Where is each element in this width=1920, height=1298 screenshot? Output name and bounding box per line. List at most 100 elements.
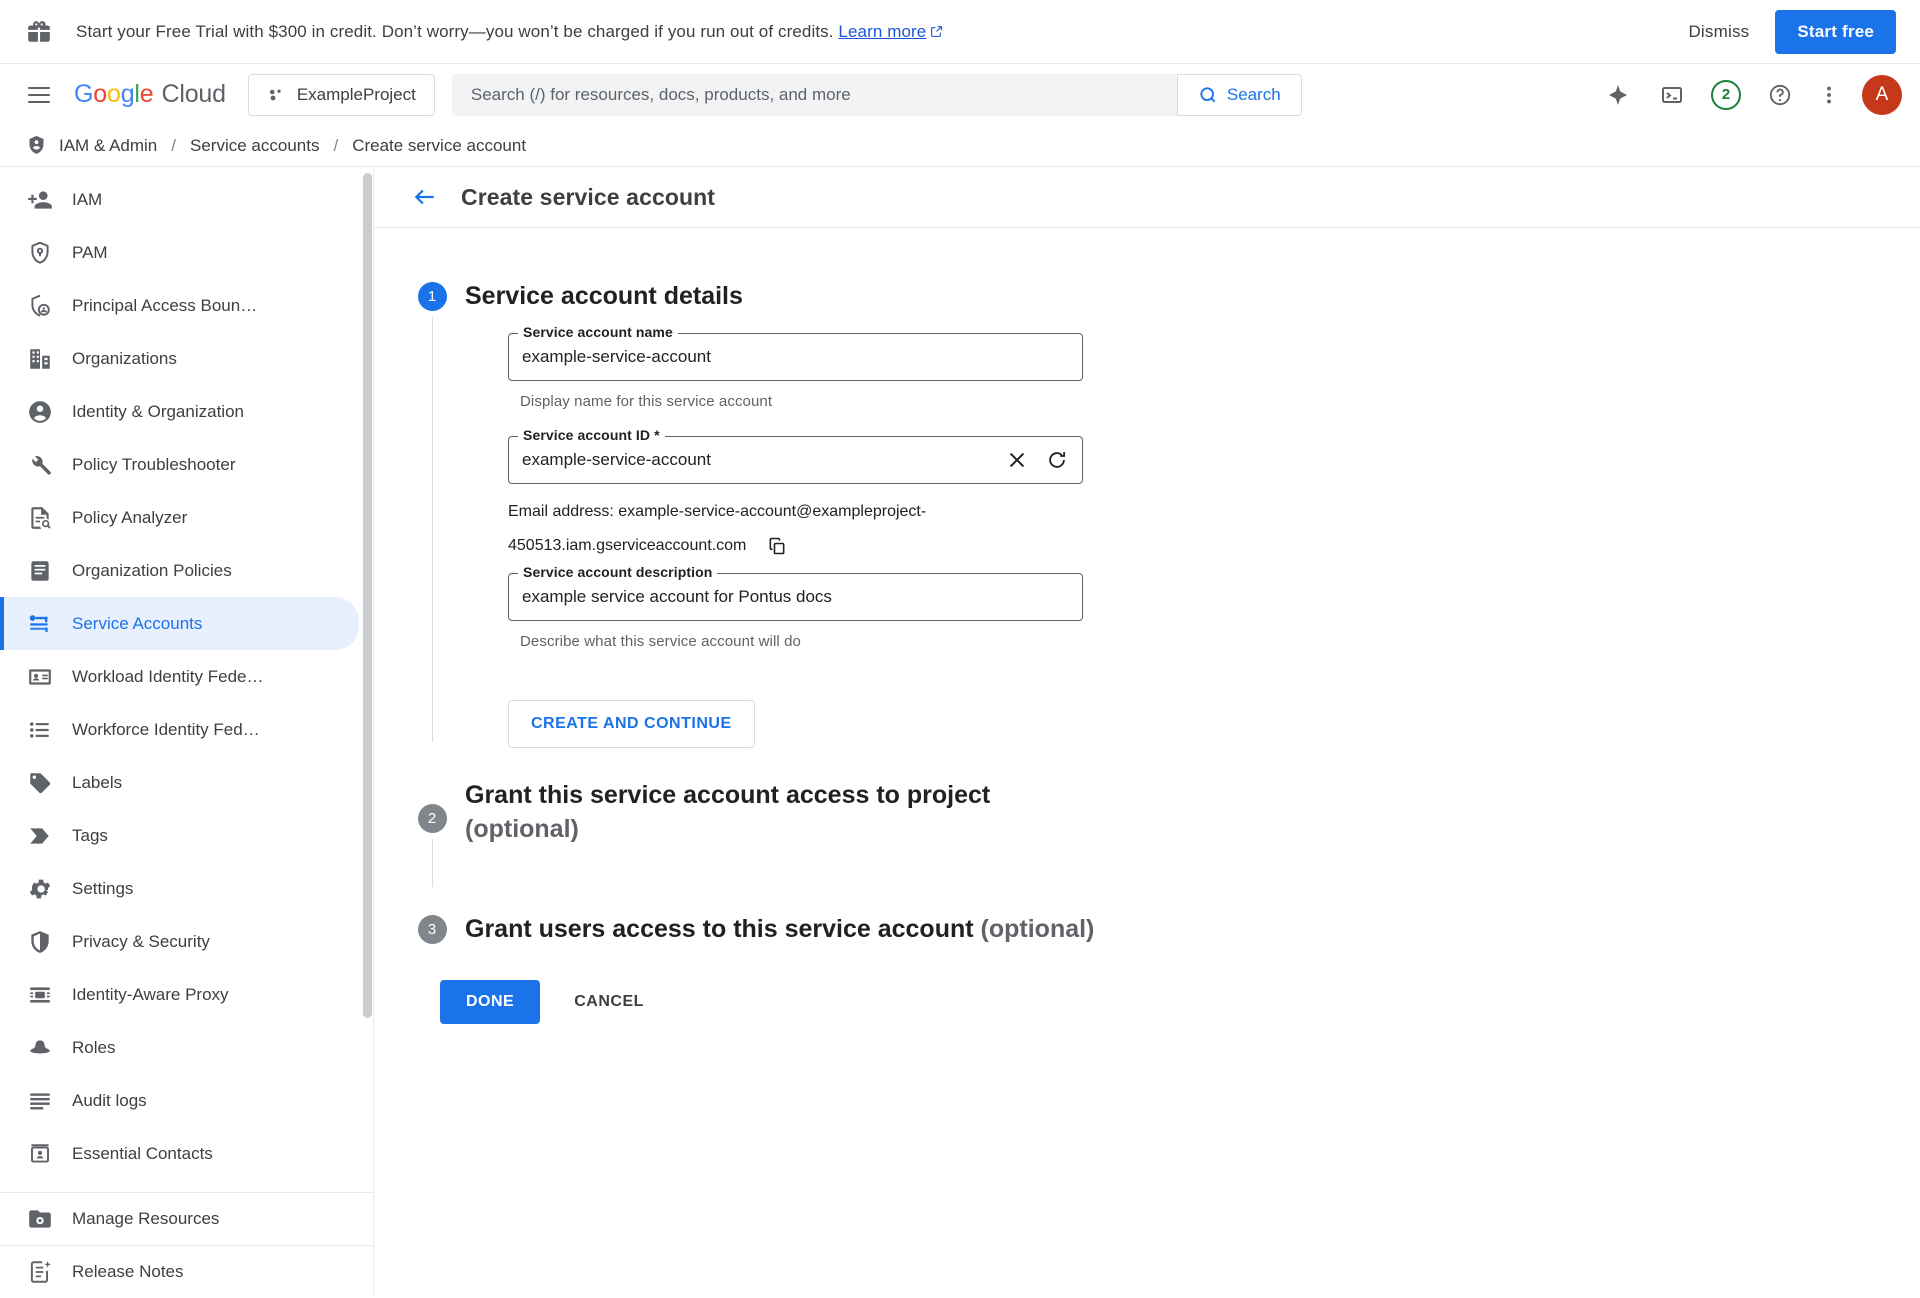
breadcrumb-item-iam-admin[interactable]: IAM & Admin [59, 136, 157, 156]
service-account-name-label: Service account name [518, 324, 678, 340]
search-button[interactable]: Search [1176, 73, 1302, 116]
done-button[interactable]: DONE [440, 980, 541, 1024]
sidebar-item-iam[interactable]: IAM [0, 173, 373, 226]
banner-message: Start your Free Trial with $300 in credi… [76, 21, 834, 41]
sidebar-item-labels[interactable]: Labels [0, 756, 373, 809]
cloud-shell-terminal-icon[interactable] [1650, 73, 1694, 117]
sidebar-item-release-notes[interactable]: Release Notes [0, 1245, 373, 1297]
gemini-sparkle-icon[interactable] [1596, 73, 1640, 117]
breadcrumb-item-service-accounts[interactable]: Service accounts [190, 136, 319, 156]
sidebar-item-pam[interactable]: PAM [0, 226, 373, 279]
start-free-button[interactable]: Start free [1775, 9, 1896, 54]
step-1-gutter: 1 [407, 282, 457, 748]
service-account-id-field: Service account ID * [508, 427, 1083, 484]
sidebar-item-label: Privacy & Security [72, 931, 210, 951]
building-icon [27, 346, 53, 372]
step-1-service-account-details: 1 Service account details Service accoun… [407, 282, 1920, 748]
sidebar-scrollbar-thumb[interactable] [363, 173, 372, 1018]
policy-document-icon [27, 558, 53, 584]
notification-count-badge: 2 [1711, 79, 1741, 110]
release-notes-icon [27, 1259, 53, 1285]
step-2-grant-project-access: 2 Grant this service account access to p… [407, 778, 1920, 893]
service-account-name-box[interactable] [508, 333, 1083, 381]
page-title: Create service account [461, 183, 716, 210]
learn-more-link[interactable]: Learn more [838, 22, 943, 42]
search-input[interactable] [451, 73, 1177, 116]
sidebar-item-policy-analyzer[interactable]: Policy Analyzer [0, 491, 373, 544]
notifications-button[interactable]: 2 [1704, 73, 1748, 117]
sidebar-item-tags[interactable]: Tags [0, 809, 373, 862]
learn-more-label: Learn more [838, 21, 927, 41]
google-cloud-logo[interactable]: Go o g l e Cloud [74, 80, 226, 109]
sidebar-item-settings[interactable]: Settings [0, 862, 373, 915]
step-3-title-text: Grant users access to this service accou… [465, 915, 974, 943]
step-2-gutter: 2 [407, 778, 457, 893]
sidebar-item-organizations[interactable]: Organizations [0, 332, 373, 385]
sidebar-item-principal-access-boundary[interactable]: Principal Access Boun… [0, 279, 373, 332]
sidebar-item-workload-identity-federation[interactable]: Workload Identity Fede… [0, 650, 373, 703]
sidebar-item-identity-aware-proxy[interactable]: Identity-Aware Proxy [0, 968, 373, 1021]
copy-icon[interactable] [767, 536, 787, 556]
list-icon [27, 717, 53, 743]
project-selector[interactable]: ExampleProject [247, 73, 435, 116]
document-search-icon [27, 505, 53, 531]
logo-letter: e [139, 80, 154, 108]
breadcrumb-separator: / [171, 135, 176, 155]
service-account-id-input[interactable] [522, 450, 1004, 470]
logo-letter: G [74, 80, 94, 108]
search-icon [1200, 86, 1216, 102]
avatar[interactable]: A [1862, 74, 1902, 115]
sidebar-item-manage-resources[interactable]: Manage Resources [0, 1193, 373, 1245]
main-content: Create service account 1 Service account… [374, 167, 1920, 1297]
logo-letter: o [106, 80, 121, 108]
sidebar-item-roles[interactable]: Roles [0, 1021, 373, 1074]
help-question-icon[interactable] [1758, 73, 1802, 117]
top-app-bar: GoogleCloud ExampleProject Search 2 A [0, 63, 1920, 125]
kebab-more-icon[interactable] [1812, 73, 1846, 117]
sidebar-item-label: Settings [72, 878, 134, 898]
sidebar-item-label: Policy Analyzer [72, 507, 188, 527]
service-account-description-label: Service account description [518, 564, 718, 580]
sidebar-item-policy-troubleshooter[interactable]: Policy Troubleshooter [0, 438, 373, 491]
step-1-number: 1 [417, 282, 447, 311]
hamburger-menu-icon[interactable] [18, 74, 60, 116]
sidebar-item-service-accounts[interactable]: Service Accounts [0, 597, 359, 650]
logo-letter: o [93, 80, 107, 108]
clear-x-icon[interactable] [1004, 447, 1030, 473]
sidebar-item-workforce-identity-federation[interactable]: Workforce Identity Fed… [0, 703, 373, 756]
refresh-icon[interactable] [1044, 447, 1070, 473]
step-3-optional-label: (optional) [980, 915, 1095, 943]
sidebar-item-audit-logs[interactable]: Audit logs [0, 1074, 373, 1127]
fedora-hat-icon [27, 1035, 53, 1061]
create-and-continue-button[interactable]: CREATE AND CONTINUE [508, 700, 755, 748]
sidebar-item-label: Identity & Organization [72, 401, 244, 421]
shield-person-icon [27, 293, 53, 319]
sidebar-item-label: PAM [72, 242, 108, 262]
sidebar-item-label: Identity-Aware Proxy [72, 984, 229, 1004]
sidebar-item-privacy-security[interactable]: Privacy & Security [0, 915, 373, 968]
sidebar-item-identity-organization[interactable]: Identity & Organization [0, 385, 373, 438]
step-3-gutter: 3 [407, 915, 457, 944]
service-account-description-input[interactable] [522, 587, 1070, 607]
service-account-description-box[interactable] [508, 573, 1083, 621]
service-account-id-box[interactable] [508, 436, 1083, 484]
service-account-description-field: Service account description [508, 564, 1083, 621]
sidebar-item-organization-policies[interactable]: Organization Policies [0, 544, 373, 597]
step-3-title[interactable]: Grant users access to this service accou… [465, 915, 1920, 944]
sidebar-item-essential-contacts[interactable]: Essential Contacts [0, 1127, 373, 1180]
step-2-title[interactable]: Grant this service account access to pro… [465, 778, 1065, 846]
form-footer-actions: DONE CANCEL [407, 944, 1920, 1024]
project-name: ExampleProject [296, 84, 416, 104]
service-account-name-input[interactable] [522, 347, 1070, 367]
sidebar-item-label: Principal Access Boun… [72, 295, 258, 315]
cancel-button[interactable]: CANCEL [560, 980, 658, 1024]
step-3-grant-users-access: 3 Grant users access to this service acc… [407, 915, 1920, 944]
step-2-title-text: Grant this service account access to pro… [465, 781, 991, 809]
arrow-back-icon[interactable] [407, 179, 443, 215]
dismiss-button[interactable]: Dismiss [1684, 14, 1753, 50]
appbar-actions: 2 A [1596, 73, 1902, 117]
free-trial-banner: Start your Free Trial with $300 in credi… [0, 0, 1920, 63]
menu-line [28, 86, 50, 89]
tag-arrow-icon [27, 823, 53, 849]
audit-lines-icon [27, 1088, 53, 1114]
